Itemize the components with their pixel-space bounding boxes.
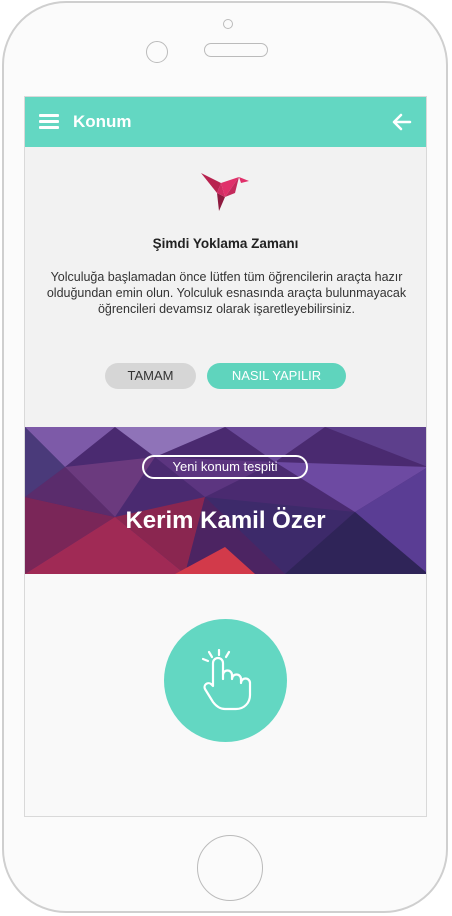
- sensor-icon: [146, 41, 168, 63]
- arrow-left-icon[interactable]: [392, 112, 412, 132]
- attendance-intro: Şimdi Yoklama Zamanı Yolculuğa başlamada…: [25, 147, 426, 427]
- student-name: Kerim Kamil Özer: [125, 507, 326, 534]
- new-location-badge: Yeni konum tespiti: [142, 455, 308, 479]
- banner-background: [25, 427, 426, 574]
- ok-button[interactable]: TAMAM: [105, 363, 196, 389]
- tap-hand-icon: [201, 649, 252, 711]
- bird-logo-icon: [201, 173, 249, 211]
- headline: Şimdi Yoklama Zamanı: [152, 236, 299, 251]
- page-title: Konum: [73, 112, 132, 131]
- how-to-button[interactable]: NASIL YAPILIR: [207, 363, 346, 389]
- app-screen: Konum Şimdi Yoklama Zamanı Yolculuğa baş…: [24, 96, 427, 817]
- speaker-grille: [204, 43, 268, 57]
- location-banner: Yeni konum tespiti Kerim Kamil Özer: [25, 427, 426, 574]
- camera-icon: [223, 19, 233, 29]
- tap-action-button[interactable]: [164, 619, 287, 742]
- instructions-text: Yolculuğa başlamadan önce lütfen tüm öğr…: [46, 270, 407, 316]
- app-bar: Konum: [25, 97, 426, 147]
- hamburger-menu-icon[interactable]: [39, 114, 59, 129]
- home-button[interactable]: [197, 835, 263, 901]
